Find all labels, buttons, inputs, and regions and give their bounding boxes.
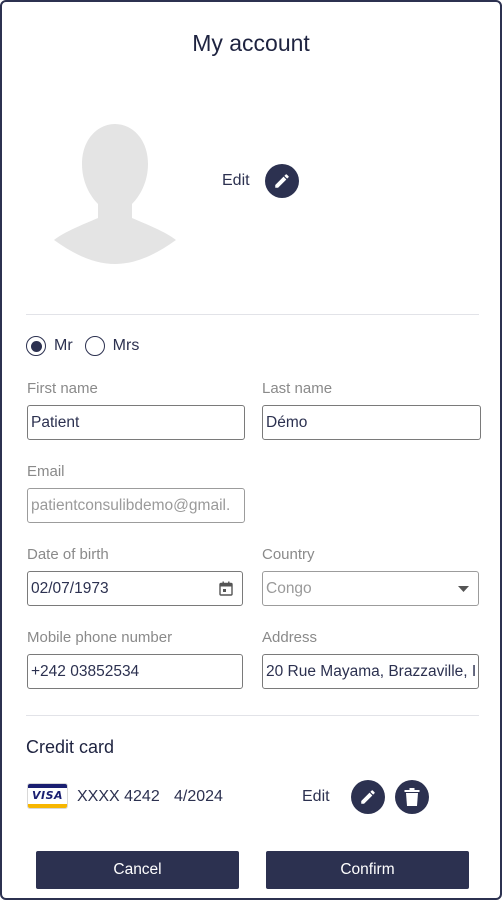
dob-value: 02/07/1973 <box>31 579 109 597</box>
avatar <box>54 124 176 264</box>
radio-label-mrs: Mrs <box>112 337 140 354</box>
cancel-button[interactable]: Cancel <box>36 851 239 889</box>
caret-down-icon <box>458 586 469 592</box>
pencil-icon <box>361 790 375 804</box>
confirm-button[interactable]: Confirm <box>266 851 469 889</box>
account-screen: My account Edit Mr Mrs First name Patien… <box>0 0 502 900</box>
radio-mrs[interactable]: Mrs <box>84 336 140 356</box>
radio-button-mrs[interactable] <box>84 336 105 356</box>
trash-icon <box>404 788 420 806</box>
credit-card-title: Credit card <box>26 737 115 757</box>
last-name-label: Last name <box>262 380 333 397</box>
visa-wordmark: VISA <box>31 789 64 802</box>
card-edit-button[interactable] <box>351 780 385 814</box>
gender-radio-group: Mr Mrs <box>26 336 151 356</box>
visa-logo: VISA <box>27 783 68 809</box>
card-expiry: 4/2024 <box>174 788 223 805</box>
pencil-icon <box>275 174 289 188</box>
address-field[interactable]: 20 Rue Mayama, Brazzaville, I <box>262 654 479 689</box>
visa-band-bottom <box>28 804 67 808</box>
last-name-field[interactable]: Démo <box>262 405 481 440</box>
page-title: My account <box>192 30 310 56</box>
mobile-field[interactable]: +242 03852534 <box>27 654 243 689</box>
card-number: XXXX 4242 <box>77 788 160 805</box>
first-name-label: First name <box>27 380 98 397</box>
country-value: Congo <box>266 579 312 597</box>
email-label: Email <box>27 463 65 480</box>
radio-mr[interactable]: Mr <box>26 336 73 356</box>
address-label: Address <box>262 629 318 646</box>
dob-label: Date of birth <box>27 546 109 563</box>
country-select[interactable]: Congo <box>262 571 479 606</box>
avatar-edit-label[interactable]: Edit <box>222 172 250 190</box>
country-label: Country <box>262 546 315 563</box>
dob-field[interactable]: 02/07/1973 <box>27 571 243 606</box>
radio-button-mr[interactable] <box>26 336 46 356</box>
mobile-label: Mobile phone number <box>27 629 173 646</box>
visa-band-top <box>28 784 67 788</box>
radio-label-mr: Mr <box>54 337 73 354</box>
divider <box>26 715 479 716</box>
first-name-field[interactable]: Patient <box>27 405 245 440</box>
radio-dot <box>30 340 42 352</box>
email-field[interactable]: patientconsulibdemo@gmail. <box>27 488 245 523</box>
calendar-icon[interactable] <box>219 581 233 596</box>
avatar-edit-button[interactable] <box>265 164 299 198</box>
card-edit-label[interactable]: Edit <box>302 788 330 806</box>
card-delete-button[interactable] <box>395 780 429 814</box>
divider <box>26 314 479 315</box>
